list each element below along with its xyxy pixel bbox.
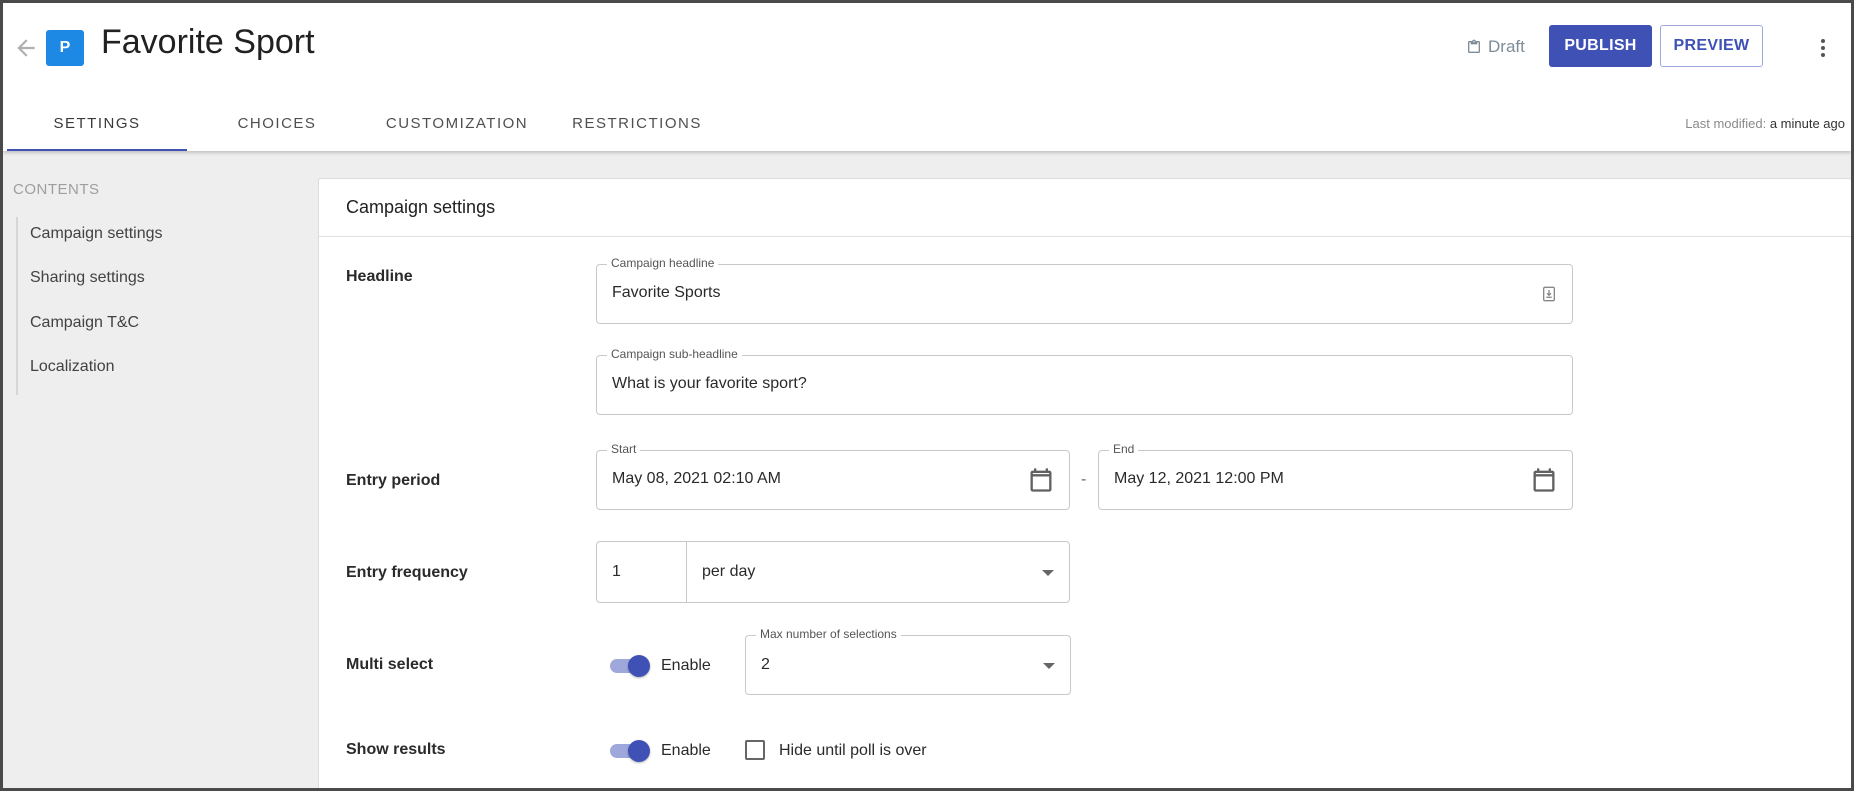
hide-until-over-label: Hide until poll is over xyxy=(779,742,927,759)
tab-restrictions[interactable]: RESTRICTIONS xyxy=(547,101,727,151)
campaign-headline-value: Favorite Sports xyxy=(612,284,721,301)
toggle-thumb xyxy=(628,740,650,762)
start-date-field-label: Start xyxy=(607,442,641,456)
sub-headline-field-label: Campaign sub-headline xyxy=(607,347,742,361)
show-results-enable-label: Enable xyxy=(661,742,711,759)
max-selections-field-label: Max number of selections xyxy=(756,627,901,641)
card-title: Campaign settings xyxy=(346,197,496,217)
contents-sidebar: CONTENTS Campaign settings Sharing setti… xyxy=(6,151,316,788)
sub-headline-value: What is your favorite sport? xyxy=(612,375,807,392)
status-label: Draft xyxy=(1488,37,1525,56)
last-modified-label: Last modified: xyxy=(1685,116,1767,131)
start-date-value: May 08, 2021 02:10 AM xyxy=(612,470,781,487)
page-header: P Favorite Sport Draft PUBLISH PREVIEW S… xyxy=(3,3,1851,151)
tab-customization[interactable]: CUSTOMIZATION xyxy=(367,101,547,151)
multi-select-label: Multi select xyxy=(346,656,434,673)
chevron-down-icon[interactable] xyxy=(1043,663,1055,669)
hide-until-over-checkbox[interactable] xyxy=(745,740,765,760)
tab-settings[interactable]: SETTINGS xyxy=(7,101,187,151)
start-date-field[interactable]: Start May 08, 2021 02:10 AM xyxy=(596,442,1070,510)
last-modified: Last modified: a minute ago xyxy=(1685,116,1845,131)
multi-select-enable-label: Enable xyxy=(661,657,711,674)
toc-campaign-tc[interactable]: Campaign T&C xyxy=(30,314,139,332)
frequency-divider xyxy=(686,542,687,602)
max-selections-value: 2 xyxy=(761,656,770,673)
headline-label: Headline xyxy=(346,268,413,285)
tab-bar: SETTINGS CHOICES CUSTOMIZATION RESTRICTI… xyxy=(7,101,727,151)
max-selections-select[interactable]: Max number of selections 2 xyxy=(745,627,1071,695)
end-date-field-label: End xyxy=(1109,442,1139,456)
publish-button[interactable]: PUBLISH xyxy=(1549,25,1652,67)
more-options-icon[interactable] xyxy=(1811,33,1835,63)
toc-localization[interactable]: Localization xyxy=(30,358,115,376)
entry-period-select[interactable]: per day xyxy=(702,563,755,581)
text-format-icon[interactable] xyxy=(1541,286,1557,302)
clipboard-icon xyxy=(1468,39,1480,53)
entry-count-input[interactable]: 1 xyxy=(612,563,621,581)
last-modified-value: a minute ago xyxy=(1769,116,1845,131)
entry-frequency-label: Entry frequency xyxy=(346,564,468,581)
status-indicator: Draft xyxy=(1466,37,1525,57)
badge-letter: P xyxy=(59,39,71,56)
chevron-down-icon[interactable] xyxy=(1042,570,1054,576)
more-dot xyxy=(1821,53,1825,57)
tab-choices[interactable]: CHOICES xyxy=(187,101,367,151)
end-date-value: May 12, 2021 12:00 PM xyxy=(1114,470,1284,487)
contents-heading: CONTENTS xyxy=(13,181,100,198)
more-dot xyxy=(1821,46,1825,50)
multi-select-toggle[interactable] xyxy=(610,655,652,677)
app-window: P Favorite Sport Draft PUBLISH PREVIEW S… xyxy=(0,0,1854,791)
back-arrow-icon[interactable] xyxy=(13,35,39,61)
campaign-settings-card: Campaign settings Headline Campaign head… xyxy=(318,178,1851,788)
card-divider xyxy=(319,236,1851,237)
toggle-thumb xyxy=(628,655,650,677)
campaign-headline-field-label: Campaign headline xyxy=(607,256,719,270)
table-of-contents: Campaign settings Sharing settings Campa… xyxy=(16,217,296,395)
campaign-type-badge: P xyxy=(46,30,84,66)
show-results-label: Show results xyxy=(346,741,446,758)
campaign-headline-field[interactable]: Campaign headline Favorite Sports xyxy=(596,256,1573,324)
campaign-sub-headline-field[interactable]: Campaign sub-headline What is your favor… xyxy=(596,347,1573,415)
page-title: Favorite Sport xyxy=(101,23,315,61)
preview-button[interactable]: PREVIEW xyxy=(1660,25,1763,67)
more-dot xyxy=(1821,39,1825,43)
toc-sharing-settings[interactable]: Sharing settings xyxy=(30,269,145,287)
end-date-field[interactable]: End May 12, 2021 12:00 PM xyxy=(1098,442,1573,510)
calendar-icon[interactable] xyxy=(1027,466,1055,494)
entry-frequency-field: 1 per day xyxy=(596,541,1070,603)
calendar-icon[interactable] xyxy=(1530,466,1558,494)
show-results-toggle[interactable] xyxy=(610,740,652,762)
date-range-separator: - xyxy=(1081,471,1087,488)
entry-period-label: Entry period xyxy=(346,472,441,489)
toc-campaign-settings[interactable]: Campaign settings xyxy=(30,225,163,243)
